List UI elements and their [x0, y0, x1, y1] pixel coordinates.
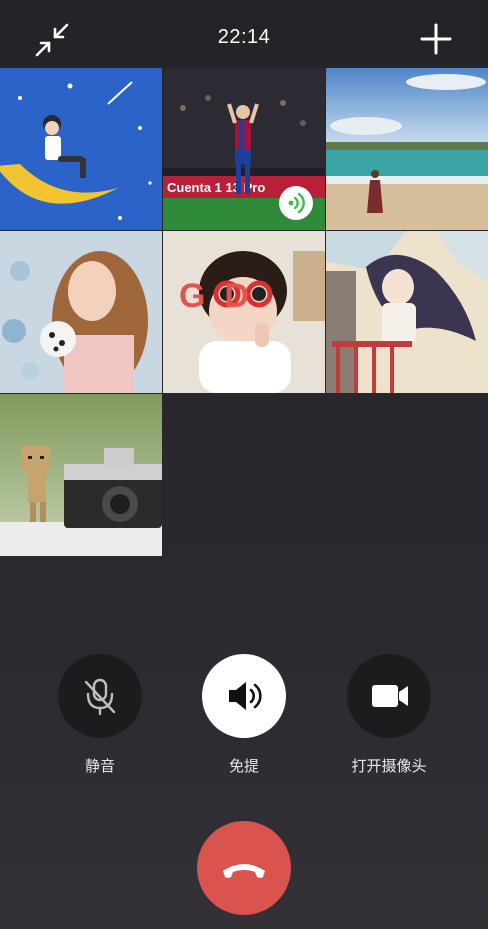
participant-tile-5[interactable]: G D: [163, 231, 325, 393]
baby-red-sunglasses-good: G D: [163, 231, 325, 393]
hangup-button[interactable]: [197, 821, 291, 915]
good-overlay-text: G D: [179, 277, 249, 315]
phone-hangup-icon: [223, 864, 265, 878]
cardboard-box-robot-camera: [0, 394, 162, 556]
participant-tile-6[interactable]: [326, 231, 488, 393]
stadium-banner-text: Cuenta 1 13 Pro: [167, 180, 265, 195]
call-top-bar: 22:14: [0, 0, 488, 68]
camera-label: 打开摄像头: [351, 758, 427, 775]
speaking-indicator: [279, 186, 313, 220]
mute-label: 静音: [84, 758, 115, 775]
mute-button[interactable]: [58, 654, 142, 738]
speaker-label: 免提: [228, 758, 259, 775]
plus-icon[interactable]: [418, 21, 454, 57]
status-time: 22:14: [217, 26, 271, 48]
participant-tile-1[interactable]: [0, 68, 162, 230]
anime-girl-balcony-illustration: [326, 231, 488, 393]
video-camera-icon: [372, 685, 408, 707]
participant-tile-7[interactable]: [0, 394, 162, 556]
camera-button[interactable]: [347, 654, 431, 738]
girl-with-curly-hair-photo: [0, 231, 162, 393]
beach-woman-photo: [326, 68, 488, 230]
participant-tile-4[interactable]: [0, 231, 162, 393]
boy-on-moon-illustration: [0, 68, 162, 230]
participant-tile-2[interactable]: Cuenta 1 13 Pro: [163, 68, 325, 230]
participant-tile-3[interactable]: [326, 68, 488, 230]
participant-grid: Cuenta 1 13 Pro G D: [0, 68, 488, 557]
microphone-off-icon: [84, 678, 116, 716]
speaker-icon: [229, 682, 262, 710]
sound-waves-icon: [288, 192, 305, 214]
speaker-button[interactable]: [202, 654, 286, 738]
